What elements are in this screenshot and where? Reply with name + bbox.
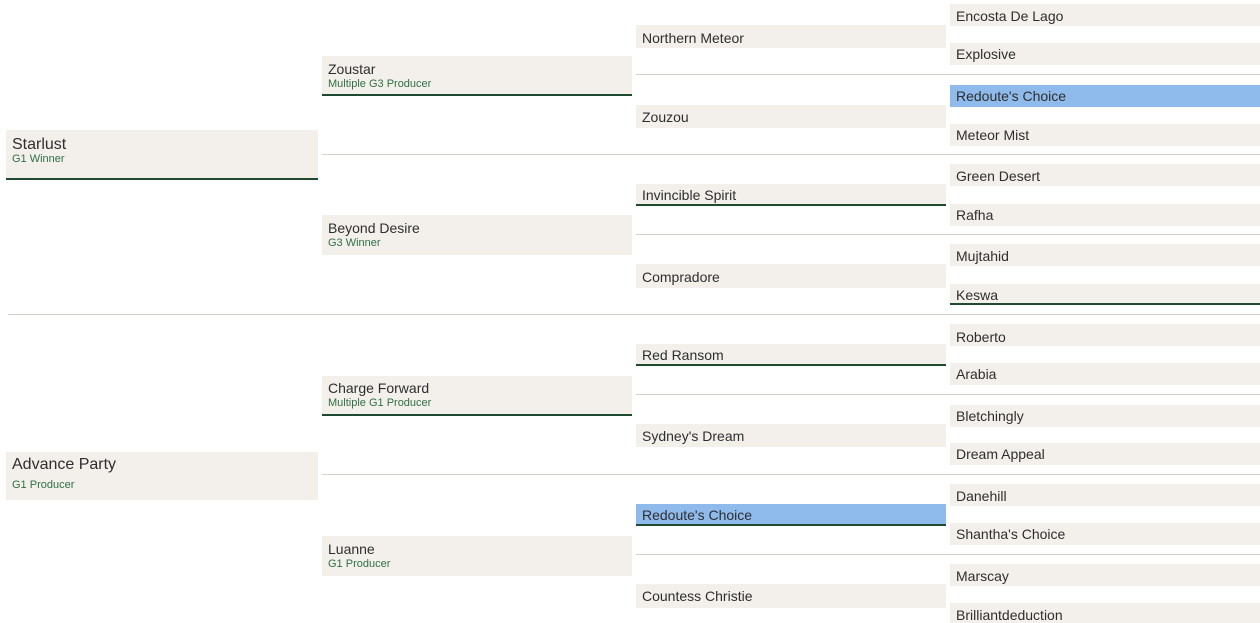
horse-name: Roberto <box>956 329 1006 345</box>
horse-name: Zoustar <box>328 61 376 77</box>
horse-name: Sydney's Dream <box>642 428 745 444</box>
pedigree-gen2-sire-sire[interactable]: Zoustar Multiple G3 Producer <box>322 56 632 94</box>
horse-name: Arabia <box>956 366 997 382</box>
winner-underline <box>322 414 632 416</box>
winner-underline <box>636 524 946 526</box>
horse-name: Dream Appeal <box>956 446 1045 462</box>
pedigree-gen4-item[interactable]: Explosive <box>950 43 1260 65</box>
horse-name: Advance Party <box>12 456 117 473</box>
winner-underline <box>322 94 632 96</box>
separator <box>636 234 1260 235</box>
winner-underline <box>636 364 946 366</box>
separator <box>636 554 1260 555</box>
winner-underline <box>950 303 1260 305</box>
horse-name: Danehill <box>956 488 1007 504</box>
horse-name: Redoute's Choice <box>956 88 1067 104</box>
horse-name: Shantha's Choice <box>956 526 1066 542</box>
pedigree-gen3-item-highlighted[interactable]: Redoute's Choice <box>636 504 946 524</box>
pedigree-gen4-item[interactable]: Meteor Mist <box>950 124 1260 146</box>
pedigree-gen3-item[interactable]: Countess Christie <box>636 584 946 608</box>
horse-name: Keswa <box>956 287 999 303</box>
winner-underline <box>636 204 946 206</box>
pedigree-gen4-item[interactable]: Mujtahid <box>950 244 1260 266</box>
pedigree-sire[interactable]: Starlust G1 Winner <box>6 130 318 178</box>
horse-name: Charge Forward <box>328 380 430 396</box>
pedigree-gen4-item[interactable]: Shantha's Choice <box>950 523 1260 545</box>
horse-name: Countess Christie <box>642 588 753 604</box>
horse-name: Marscay <box>956 568 1009 584</box>
pedigree-gen4-item[interactable]: Brilliantdeduction <box>950 603 1260 623</box>
pedigree-gen4-item-highlighted[interactable]: Redoute's Choice <box>950 85 1260 107</box>
separator <box>322 154 1260 155</box>
pedigree-gen4-item[interactable]: Arabia <box>950 363 1260 385</box>
horse-name: Zouzou <box>642 109 689 125</box>
pedigree-gen3-item[interactable]: Zouzou <box>636 105 946 128</box>
pedigree-gen4-item[interactable]: Rafha <box>950 204 1260 226</box>
race-record: G1 Producer <box>12 479 75 491</box>
race-record: G1 Producer <box>328 558 391 570</box>
horse-name: Compradore <box>642 269 720 285</box>
horse-name: Red Ransom <box>642 347 724 363</box>
horse-name: Bletchingly <box>956 408 1024 424</box>
horse-name: Invincible Spirit <box>642 187 737 203</box>
winner-underline <box>6 178 318 180</box>
pedigree-dam[interactable]: Advance Party G1 Producer <box>6 452 318 500</box>
horse-name: Encosta De Lago <box>956 8 1064 24</box>
horse-name: Luanne <box>328 541 375 557</box>
pedigree-gen3-item[interactable]: Invincible Spirit <box>636 184 946 204</box>
pedigree-gen2-sire-dam[interactable]: Beyond Desire G3 Winner <box>322 215 632 255</box>
pedigree-gen4-item[interactable]: Keswa <box>950 284 1260 304</box>
pedigree-gen3-item[interactable]: Northern Meteor <box>636 25 946 48</box>
race-record: Multiple G3 Producer <box>328 78 432 90</box>
horse-name: Green Desert <box>956 168 1041 184</box>
pedigree-gen4-item[interactable]: Green Desert <box>950 164 1260 186</box>
pedigree-gen2-dam-dam[interactable]: Luanne G1 Producer <box>322 536 632 576</box>
horse-name: Mujtahid <box>956 248 1009 264</box>
pedigree-gen3-item[interactable]: Red Ransom <box>636 344 946 364</box>
pedigree-gen4-item[interactable]: Dream Appeal <box>950 443 1260 465</box>
horse-name: Redoute's Choice <box>642 507 753 523</box>
pedigree-gen2-dam-sire[interactable]: Charge Forward Multiple G1 Producer <box>322 376 632 414</box>
pedigree-gen3-item[interactable]: Sydney's Dream <box>636 424 946 447</box>
pedigree-gen4-item[interactable]: Encosta De Lago <box>950 4 1260 26</box>
pedigree-gen4-item[interactable]: Marscay <box>950 564 1260 586</box>
pedigree-gen4-item[interactable]: Roberto <box>950 324 1260 346</box>
race-record: G3 Winner <box>328 237 381 249</box>
horse-name: Meteor Mist <box>956 127 1030 143</box>
horse-name: Rafha <box>956 207 994 223</box>
horse-name: Explosive <box>956 46 1016 62</box>
horse-name: Brilliantdeduction <box>956 607 1063 623</box>
pedigree-gen4-item[interactable]: Danehill <box>950 484 1260 506</box>
horse-name: Northern Meteor <box>642 30 744 46</box>
horse-name: Starlust <box>12 136 67 153</box>
separator <box>636 394 1260 395</box>
separator <box>8 314 1260 315</box>
pedigree-gen4-item[interactable]: Bletchingly <box>950 405 1260 427</box>
race-record: Multiple G1 Producer <box>328 397 432 409</box>
horse-name: Beyond Desire <box>328 220 420 236</box>
separator <box>322 474 1260 475</box>
separator <box>636 74 1260 75</box>
race-record: G1 Winner <box>12 153 65 165</box>
pedigree-gen3-item[interactable]: Compradore <box>636 264 946 288</box>
